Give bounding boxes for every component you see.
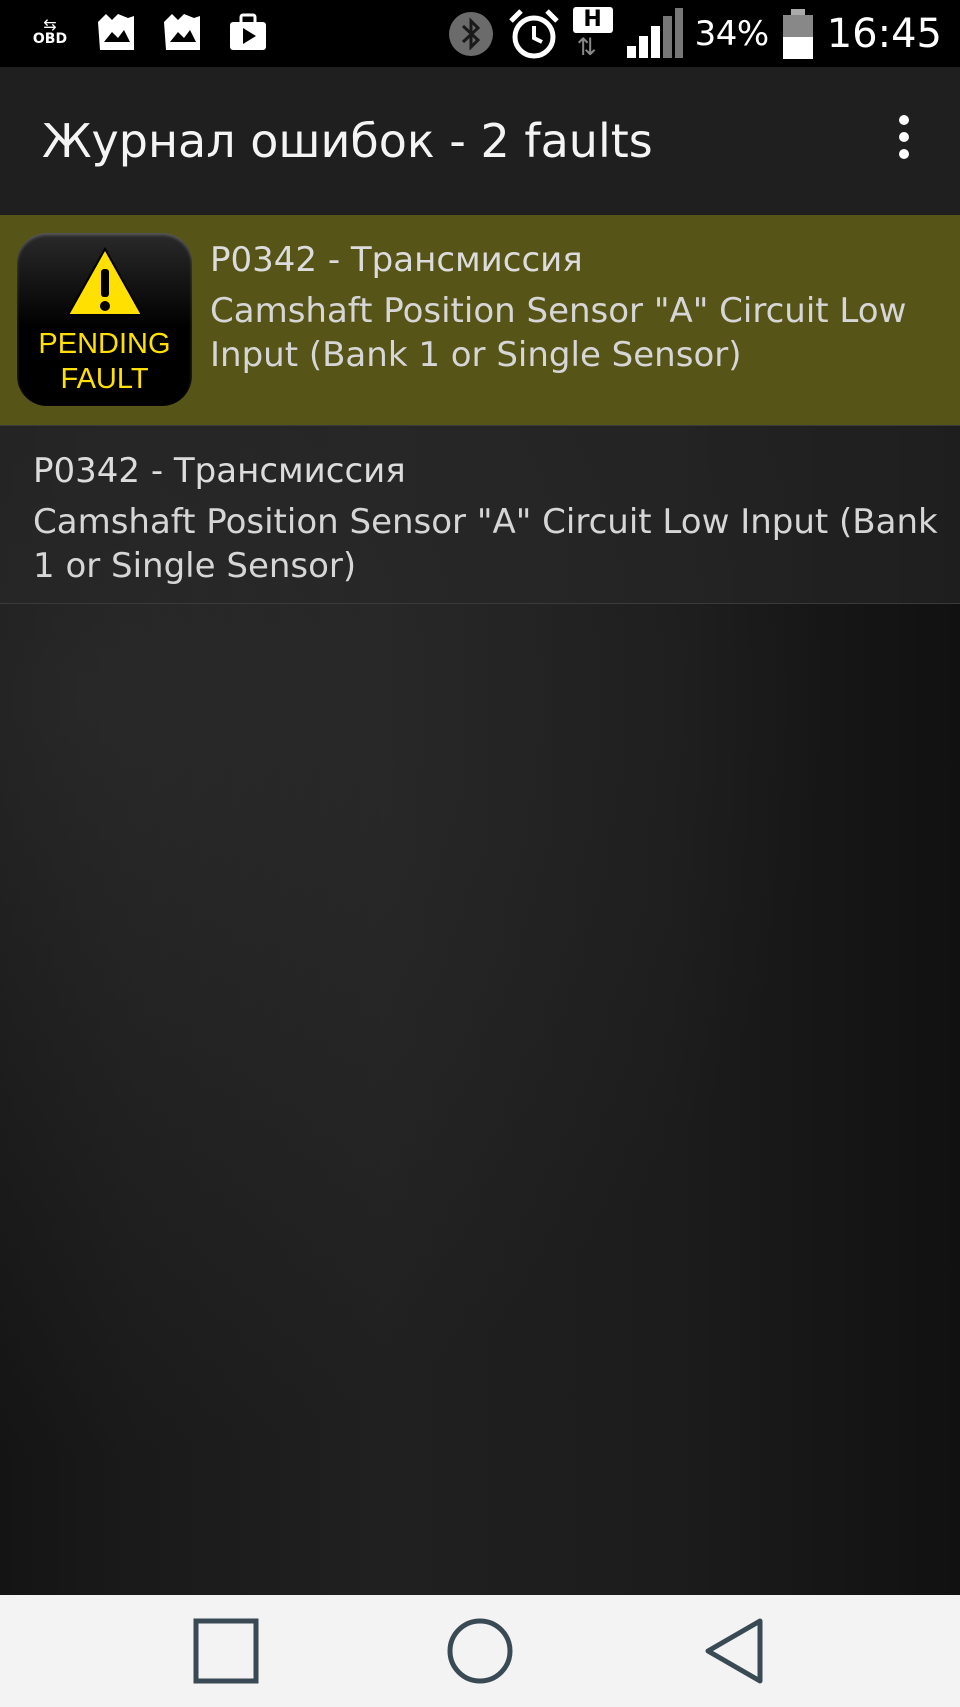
bluetooth-icon (448, 12, 493, 56)
clock: 16:45 (826, 11, 942, 57)
fault-item[interactable]: P0342 - Трансмиссия Camshaft Position Se… (0, 426, 960, 604)
hspa-icon: H ⇅ (572, 7, 613, 61)
alarm-icon (508, 9, 559, 59)
overflow-menu-icon[interactable] (892, 115, 916, 165)
fault-code: P0342 - Трансмиссия (33, 451, 406, 491)
back-icon[interactable] (700, 1615, 772, 1687)
obd-icon: ⇆ OBD (32, 15, 68, 47)
fault-code: P0342 - Трансмиссия (210, 240, 583, 280)
fault-text: P0342 - Трансмиссия Camshaft Position Se… (210, 237, 940, 377)
photo-icon (164, 14, 200, 50)
signal-icon (626, 8, 683, 58)
bag-icon (230, 13, 266, 50)
fault-description: Camshaft Position Sensor "A" Circuit Low… (210, 291, 907, 375)
page-title: Журнал ошибок - 2 faults (42, 114, 653, 168)
badge-label: PENDING (38, 328, 171, 360)
badge-label: FAULT (60, 363, 149, 395)
status-bar: ⇆ OBD H ⇅ 34% 16:45 (0, 0, 960, 67)
home-icon[interactable] (444, 1615, 516, 1687)
photo-icon (98, 14, 134, 50)
recents-icon[interactable] (190, 1615, 262, 1687)
fault-text: P0342 - Трансмиссия Camshaft Position Se… (33, 448, 948, 588)
fault-description: Camshaft Position Sensor "A" Circuit Low… (33, 502, 938, 586)
battery-icon (782, 9, 813, 59)
system-icons: H ⇅ 34% 16:45 (447, 4, 942, 64)
fault-list: PENDING FAULT P0342 - Трансмиссия Camsha… (0, 215, 960, 1595)
navigation-bar (0, 1595, 960, 1707)
warning-icon (66, 246, 144, 316)
fault-item[interactable]: PENDING FAULT P0342 - Трансмиссия Camsha… (0, 215, 960, 426)
action-bar: Журнал ошибок - 2 faults (0, 67, 960, 215)
notification-icons: ⇆ OBD (28, 10, 270, 54)
pending-fault-badge: PENDING FAULT (17, 233, 192, 406)
battery-percent: 34% (694, 14, 770, 54)
